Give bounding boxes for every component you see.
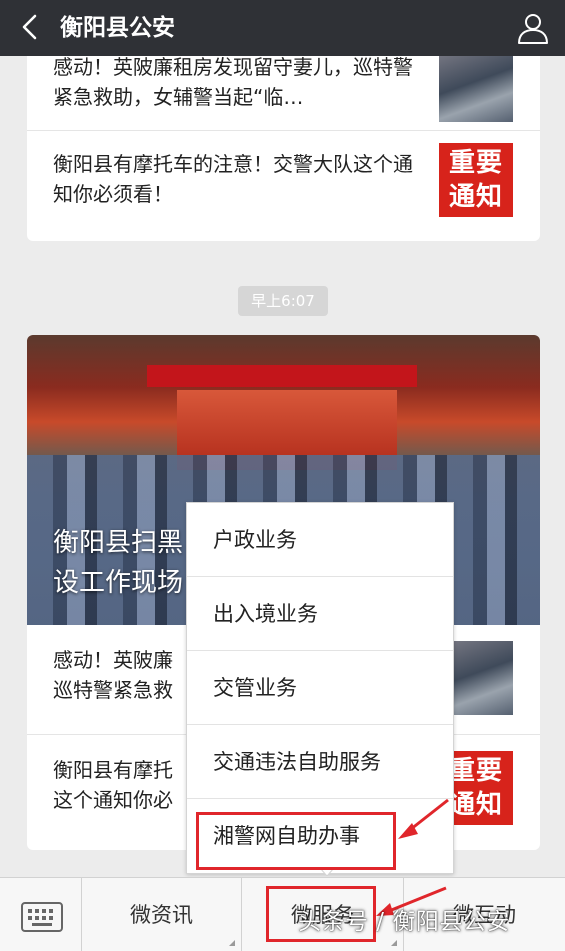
list-item[interactable]: 衡阳县有摩托车的注意！交警大队这个通知你必须看！ 重要 通知	[27, 131, 540, 241]
annotation-highlight-menu-item	[196, 812, 396, 870]
tab-news-label: 微资讯	[130, 903, 193, 927]
top-navigation-bar: 衡阳县公安	[0, 0, 565, 56]
submenu-indicator-icon	[391, 940, 397, 946]
hero-caption-left: 衡阳县扫黑	[53, 528, 184, 558]
news-item-title: 衡阳县有摩托车的注意！交警大队这个通知你必须看！	[53, 152, 413, 206]
menu-item-entry-exit[interactable]: 出入境业务	[187, 577, 453, 651]
menu-item-traffic-violation[interactable]: 交通违法自助服务	[187, 725, 453, 799]
notice-thumbnail: 重要 通知	[439, 143, 513, 217]
keyboard-toggle[interactable]	[0, 878, 82, 951]
news-item-title: 感动！英陂廉租房发现留守妻儿，巡特警紧急救助，女辅警当起“临…	[53, 56, 413, 109]
tab-news[interactable]: 微资讯	[82, 878, 242, 951]
message-timestamp: 早上6:07	[238, 286, 328, 316]
notice-badge-line2: 通知	[448, 182, 503, 212]
notice-badge-line1: 重要	[448, 148, 503, 178]
watermark-text: 头条号 / 衡阳县公安	[298, 909, 510, 935]
submenu-indicator-icon	[229, 940, 235, 946]
news-card-previous: 感动！英陂廉租房发现留守妻儿，巡特警紧急救助，女辅警当起“临… 衡阳县有摩托车的…	[27, 56, 540, 241]
chevron-left-icon[interactable]	[16, 12, 46, 42]
list-item[interactable]: 感动！英陂廉租房发现留守妻儿，巡特警紧急救助，女辅警当起“临…	[27, 56, 540, 131]
page-title: 衡阳县公安	[60, 15, 175, 41]
user-icon[interactable]	[515, 10, 551, 46]
menu-item-household[interactable]: 户政业务	[187, 503, 453, 577]
meeting-banner	[147, 365, 417, 387]
hero-caption-line2: 设工作现场	[53, 568, 184, 598]
news-thumbnail	[439, 56, 513, 122]
menu-item-traffic-management[interactable]: 交管业务	[187, 651, 453, 725]
keyboard-icon	[21, 902, 63, 932]
